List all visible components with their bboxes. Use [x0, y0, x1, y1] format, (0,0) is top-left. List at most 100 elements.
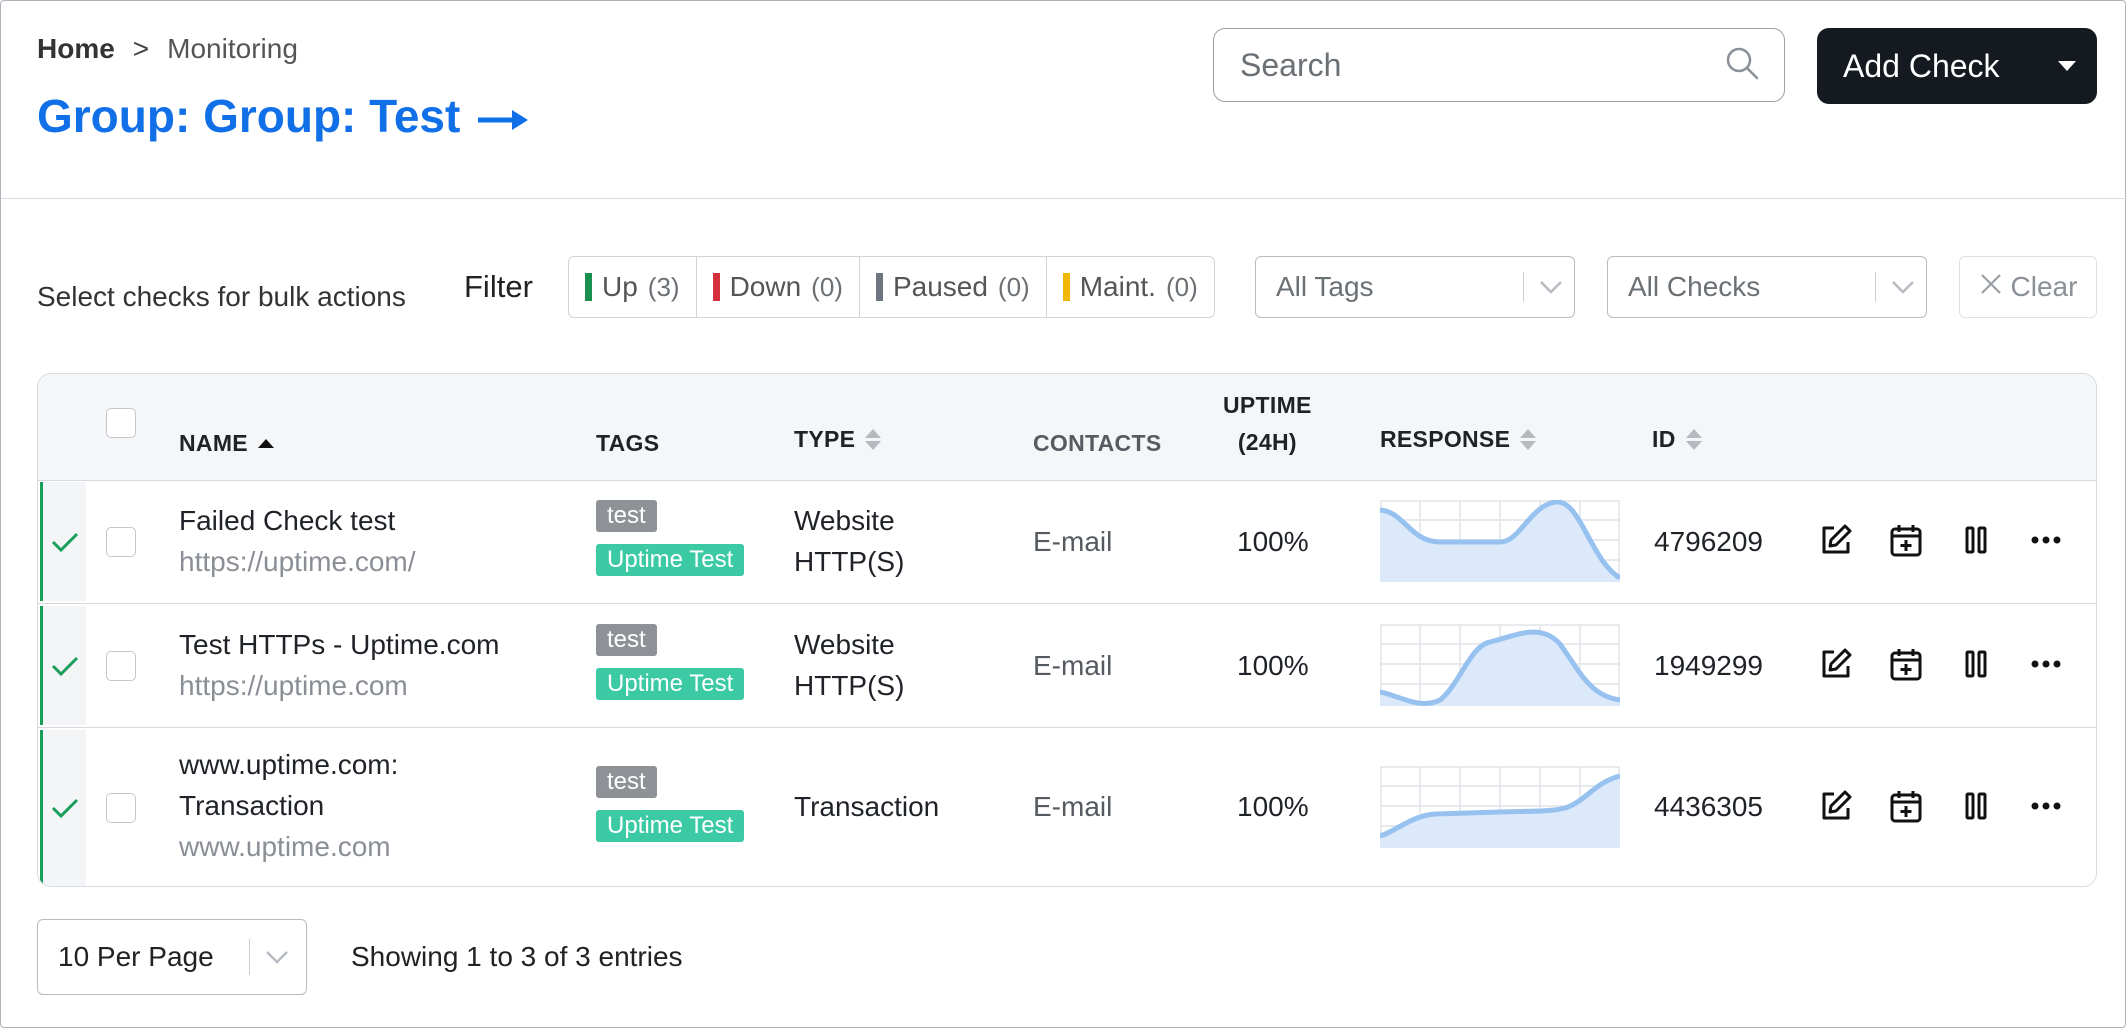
clear-filters-button[interactable]: Clear	[1959, 256, 2097, 318]
caret-down-icon[interactable]	[2037, 61, 2097, 71]
column-id[interactable]: ID	[1652, 426, 1702, 453]
header-divider	[1, 198, 2127, 199]
status-up-indicator	[40, 482, 86, 601]
maintenance-color-bar	[1062, 273, 1070, 301]
calendar-add-icon[interactable]	[1888, 522, 1924, 558]
search-box[interactable]	[1213, 28, 1785, 102]
check-name-link[interactable]: Test HTTPs - Uptime.com	[179, 624, 499, 665]
column-type-label: TYPE	[794, 426, 856, 452]
page-title: Group: Group: Test	[37, 89, 530, 143]
sort-asc-icon[interactable]	[257, 439, 274, 448]
per-page-select[interactable]: 10 Per Page	[37, 919, 307, 995]
uptime-cell: 100%	[1237, 650, 1309, 681]
tags-cell: test Uptime Test	[596, 500, 745, 576]
down-color-bar	[712, 273, 720, 301]
chevron-down-icon[interactable]	[1886, 280, 1920, 294]
paused-color-bar	[875, 273, 883, 301]
check-name-link-line1[interactable]: www.uptime.com:	[179, 744, 398, 785]
breadcrumb-home-link[interactable]: Home	[37, 33, 115, 65]
up-color-bar	[585, 273, 592, 301]
arrow-right-icon[interactable]	[476, 89, 530, 143]
tags-cell: test Uptime Test	[596, 766, 745, 842]
tags-select[interactable]: All Tags	[1255, 256, 1575, 318]
row-checkbox[interactable]	[106, 793, 136, 823]
tag-badge[interactable]: test	[596, 766, 657, 798]
column-name[interactable]: NAME	[179, 430, 274, 457]
sort-icon[interactable]	[865, 429, 882, 450]
calendar-add-icon[interactable]	[1888, 646, 1924, 682]
pause-icon[interactable]	[1958, 646, 1994, 682]
filter-maintenance-label: Maint.	[1079, 271, 1156, 302]
edit-icon[interactable]	[1818, 788, 1854, 824]
select-divider	[248, 939, 250, 975]
chevron-down-icon[interactable]	[1534, 280, 1568, 294]
row-actions	[1818, 646, 2064, 682]
more-icon[interactable]	[2028, 646, 2064, 682]
filter-maintenance[interactable]: Maint. (0)	[1047, 257, 1214, 317]
tags-cell: test Uptime Test	[596, 624, 745, 700]
column-uptime-line1: UPTIME	[1223, 392, 1312, 418]
column-contacts-label: CONTACTS	[1033, 430, 1162, 456]
search-input[interactable]	[1238, 45, 1724, 85]
check-url: https://uptime.com	[179, 670, 408, 701]
row-checkbox[interactable]	[106, 651, 136, 681]
pause-icon[interactable]	[1958, 522, 1994, 558]
filter-maintenance-count: (0)	[1165, 271, 1198, 302]
tag-badge[interactable]: Uptime Test	[596, 810, 745, 842]
check-icon	[51, 532, 78, 552]
edit-icon[interactable]	[1818, 522, 1854, 558]
table-header: NAME TAGS TYPE CONTACTS UPTIME (24H) RES…	[38, 374, 2096, 481]
select-divider	[1522, 272, 1524, 302]
column-response[interactable]: RESPONSE	[1380, 426, 1537, 453]
close-icon	[1979, 271, 2003, 303]
type-cell: Website HTTP(S)	[794, 500, 904, 582]
filter-up[interactable]: Up (3)	[569, 257, 697, 317]
pause-icon[interactable]	[1958, 788, 1994, 824]
type-cell: Website HTTP(S)	[794, 624, 904, 706]
check-icon	[51, 798, 78, 819]
type-cell: Transaction	[794, 791, 940, 822]
checks-table: NAME TAGS TYPE CONTACTS UPTIME (24H) RES…	[37, 373, 2097, 887]
column-uptime: UPTIME (24H)	[1223, 392, 1312, 456]
check-icon	[51, 656, 78, 676]
row-checkbox[interactable]	[106, 527, 136, 557]
tag-badge[interactable]: test	[596, 500, 657, 532]
sort-icon[interactable]	[1520, 429, 1537, 450]
response-sparkline	[1380, 624, 1620, 706]
column-type[interactable]: TYPE	[794, 426, 882, 453]
entries-count: Showing 1 to 3 of 3 entries	[351, 941, 683, 972]
tag-badge[interactable]: Uptime Test	[596, 668, 745, 700]
check-name-link[interactable]: Failed Check test	[179, 500, 416, 541]
table-row[interactable]: www.uptime.com: Transaction www.uptime.c…	[38, 728, 2096, 886]
column-name-label: NAME	[179, 430, 248, 456]
check-id-cell: 4436305	[1654, 791, 1764, 822]
filter-paused[interactable]: Paused (0)	[860, 257, 1047, 317]
edit-icon[interactable]	[1818, 646, 1854, 682]
filter-paused-count: (0)	[997, 271, 1030, 302]
tag-badge[interactable]: test	[596, 624, 657, 656]
more-icon[interactable]	[2028, 522, 2064, 558]
select-all-checkbox[interactable]	[106, 408, 136, 438]
type-line1: Website	[794, 505, 895, 536]
column-response-label: RESPONSE	[1380, 426, 1511, 452]
column-id-label: ID	[1652, 426, 1676, 452]
checks-select-value: All Checks	[1628, 271, 1761, 302]
check-name-cell: Test HTTPs - Uptime.com https://uptime.c…	[179, 624, 499, 706]
table-row[interactable]: Failed Check test https://uptime.com/ te…	[38, 480, 2096, 604]
select-divider	[1874, 272, 1876, 302]
calendar-add-icon[interactable]	[1888, 788, 1924, 824]
table-row[interactable]: Test HTTPs - Uptime.com https://uptime.c…	[38, 604, 2096, 728]
status-up-indicator	[40, 730, 86, 886]
sort-icon[interactable]	[1685, 429, 1702, 450]
column-tags-label: TAGS	[596, 430, 660, 456]
add-check-button[interactable]: Add Check	[1817, 28, 2097, 104]
breadcrumb-current: Monitoring	[167, 33, 298, 64]
filter-down[interactable]: Down (0)	[697, 257, 860, 317]
tag-badge[interactable]: Uptime Test	[596, 544, 745, 576]
check-name-link-line2[interactable]: Transaction	[179, 785, 398, 826]
type-line2: HTTP(S)	[794, 670, 905, 701]
checks-select[interactable]: All Checks	[1607, 256, 1927, 318]
search-icon[interactable]	[1724, 45, 1760, 86]
chevron-down-icon[interactable]	[260, 950, 294, 964]
more-icon[interactable]	[2028, 788, 2064, 824]
